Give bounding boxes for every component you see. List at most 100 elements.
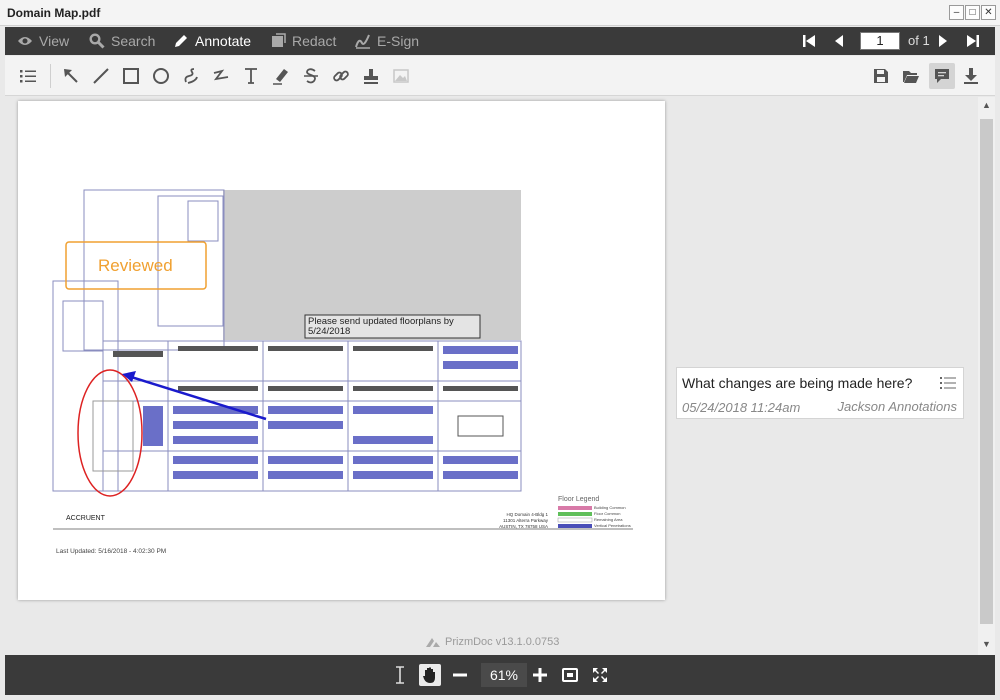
tab-view[interactable]: View [17, 27, 69, 55]
close-button[interactable]: ✕ [981, 5, 996, 20]
tab-esign-label: E-Sign [377, 33, 420, 49]
open-annotations-button[interactable] [901, 66, 921, 86]
legend-labels: Building Common Floor Common Remaining A… [594, 505, 631, 529]
select-tool-button[interactable] [61, 66, 81, 86]
reviewed-stamp-text: Reviewed [98, 256, 173, 275]
freehand-icon [184, 68, 198, 84]
legend-label-vertical-penetrations: Vertical Penetrations [594, 523, 631, 528]
tab-annotate-label: Annotate [195, 33, 252, 49]
last-page-icon[interactable] [965, 33, 981, 49]
pan-button[interactable] [419, 664, 441, 686]
scroll-up-icon[interactable]: ▲ [981, 100, 992, 111]
vertical-scrollbar[interactable]: ▲ ▼ [978, 97, 995, 655]
scroll-thumb[interactable] [980, 119, 993, 624]
title-block-line3: AUSTIN, TX 78758 USA [499, 524, 548, 529]
save-icon [874, 69, 888, 83]
text-cursor-icon [396, 666, 404, 684]
image-icon [393, 69, 409, 83]
tab-view-label: View [39, 33, 70, 49]
folder-icon [903, 71, 919, 83]
thumbnails-button[interactable] [18, 66, 38, 86]
tab-redact-label: Redact [292, 33, 337, 49]
save-annotations-button[interactable] [871, 66, 891, 86]
fit-width-button[interactable] [559, 664, 581, 686]
rectangle-icon [123, 68, 139, 84]
text-tool-button[interactable] [241, 66, 261, 86]
annotation-toolbar [5, 56, 995, 96]
pencil-icon [175, 35, 187, 47]
strikethrough-tool-button[interactable] [301, 66, 321, 86]
highlighter-icon [273, 69, 288, 85]
ellipse-annotation[interactable] [77, 369, 143, 497]
eye-icon [18, 37, 32, 45]
redact-icon [272, 33, 286, 47]
rectangle-tool-button[interactable] [121, 66, 141, 86]
company-name: ACCRUENT [66, 515, 105, 522]
last-updated-text: Last Updated: 5/16/2018 - 4:02:30 PM [56, 548, 167, 555]
line-tool-button[interactable] [91, 66, 111, 86]
window-titlebar: Domain Map.pdf – □ ✕ [0, 0, 1000, 26]
minus-icon [453, 673, 467, 677]
tab-redact[interactable]: Redact [270, 27, 336, 55]
tab-annotate[interactable]: Annotate [173, 27, 251, 55]
floor-plan-drawing [52, 189, 633, 530]
highlight-tool-button[interactable] [271, 66, 291, 86]
legend-swatch-floor-common [558, 512, 592, 516]
title-block: HQ Domain 4-Bldg 1 11301 Alterra Parkway… [498, 512, 548, 530]
document-page[interactable]: Reviewed Please send updated floorplans … [18, 101, 665, 600]
plus-icon [533, 668, 547, 682]
ellipse-tool-button[interactable] [151, 66, 171, 86]
strikethrough-icon [304, 68, 318, 84]
window-title: Domain Map.pdf [7, 6, 101, 20]
polyline-tool-button[interactable] [211, 66, 231, 86]
hand-icon [423, 667, 435, 683]
comments-toggle-button[interactable] [929, 63, 955, 89]
link-icon [333, 70, 349, 82]
first-page-icon[interactable] [801, 33, 817, 49]
text-select-button[interactable] [389, 664, 411, 686]
legend-title: Floor Legend [558, 496, 600, 503]
page-number-input[interactable]: 1 [860, 32, 900, 50]
comment-date: 05/24/2018 11:24am [682, 400, 801, 415]
fit-width-icon [562, 668, 578, 682]
zoom-level-display[interactable]: 61% [481, 663, 527, 687]
page-count-label: of 1 [908, 33, 930, 48]
line-icon [93, 68, 109, 84]
tab-search[interactable]: Search [89, 27, 155, 55]
minimize-button[interactable]: – [949, 5, 964, 20]
scroll-down-icon[interactable]: ▼ [981, 639, 992, 650]
previous-page-icon[interactable] [831, 33, 847, 49]
ellipse-icon [153, 68, 169, 84]
search-icon [89, 33, 105, 49]
freehand-tool-button[interactable] [181, 66, 201, 86]
stamp-tool-button[interactable] [361, 66, 381, 86]
stamp-icon [364, 69, 378, 84]
legend-swatch-building-common [558, 506, 592, 510]
toolbar-divider [50, 64, 51, 88]
legend-swatch-remaining-area [557, 517, 593, 523]
maximize-button[interactable]: □ [965, 5, 980, 20]
tab-search-label: Search [111, 33, 156, 49]
prizmdoc-branding: PrizmDoc v13.1.0.0753 [425, 636, 559, 648]
window-controls: – □ ✕ [949, 5, 996, 20]
fit-page-button[interactable] [589, 664, 611, 686]
zoom-in-button[interactable] [529, 664, 551, 686]
arrow-tool-icon [64, 69, 78, 83]
image-tool-button[interactable] [391, 66, 411, 86]
polyline-icon [213, 69, 229, 81]
comment-icon [935, 69, 949, 83]
legend-swatch-vertical-penetrations [558, 524, 592, 528]
zoom-out-button[interactable] [449, 664, 471, 686]
cubicle-grid [143, 346, 518, 479]
tab-esign[interactable]: E-Sign [355, 27, 419, 55]
text-icon [245, 68, 257, 84]
comment-card[interactable]: What changes are being made here? 05/24/… [676, 367, 964, 419]
download-button[interactable] [961, 66, 981, 86]
comment-author: Jackson Annotations [837, 399, 957, 414]
link-tool-button[interactable] [331, 66, 351, 86]
comment-menu-icon[interactable] [940, 376, 956, 390]
next-page-icon[interactable] [935, 33, 951, 49]
esign-icon [355, 34, 370, 49]
textbox-annotation-text: Please send updated floorplans by 5/24/2… [308, 316, 454, 337]
main-tab-bar: View Search Annotate Redact E-Sign 1 of … [5, 27, 995, 55]
